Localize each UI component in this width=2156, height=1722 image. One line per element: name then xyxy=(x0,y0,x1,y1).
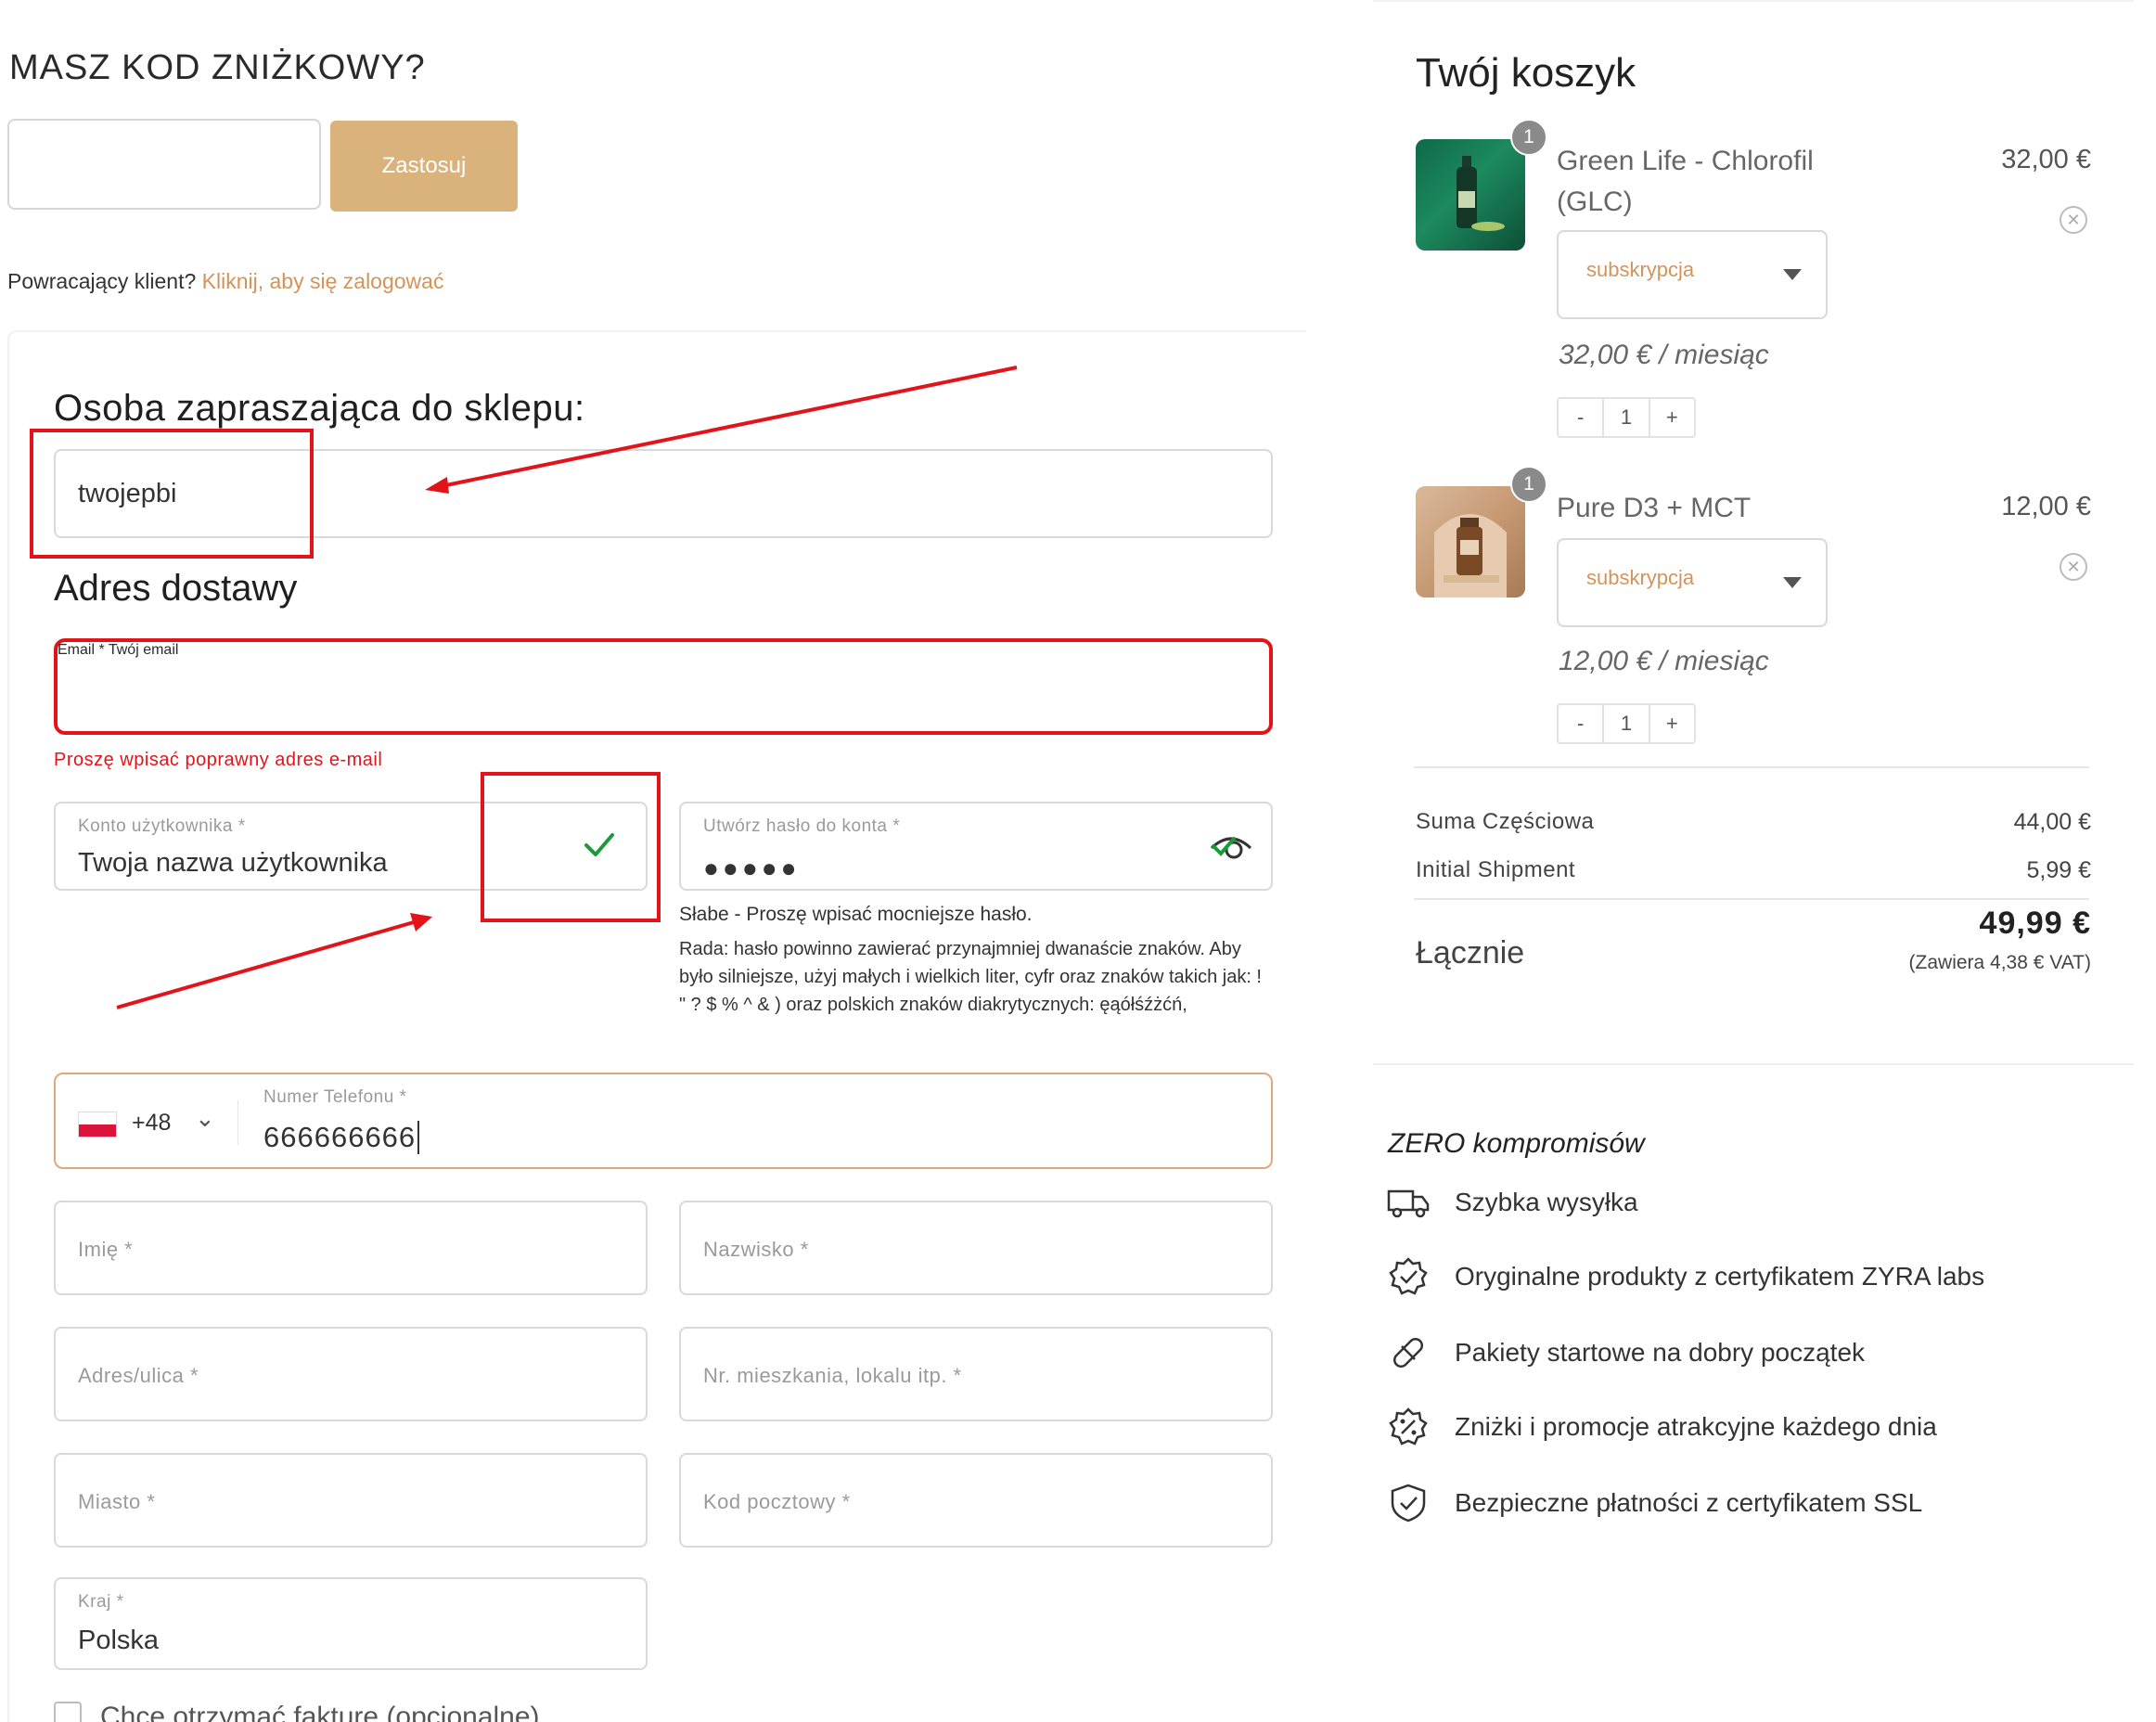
country-field[interactable]: Kraj * Polska xyxy=(54,1577,648,1670)
product-image[interactable] xyxy=(1416,486,1525,598)
annotation-arrows xyxy=(116,366,1018,1009)
poland-flag-icon[interactable] xyxy=(78,1112,117,1137)
subscription-value: subskrypcja xyxy=(1586,258,1695,281)
street-placeholder: Adres/ulica * xyxy=(78,1364,199,1387)
monthly-price: 12,00 € / miesiąc xyxy=(1559,646,1769,676)
quantity-value[interactable]: 1 xyxy=(1602,399,1650,436)
first-name-placeholder: Imię * xyxy=(78,1238,134,1261)
invoice-label[interactable]: Chcę otrzymać fakturę (opcjonalne) xyxy=(100,1702,540,1722)
monthly-price: 32,00 € / miesiąc xyxy=(1559,340,1769,370)
phone-field[interactable]: +48 ⌄ Numer Telefonu * 666666666 xyxy=(54,1073,1273,1169)
feature-item: Zniżki i promocje atrakcyjne każdego dni… xyxy=(1386,1405,1937,1449)
country-label: Kraj * xyxy=(78,1592,124,1612)
feature-text: Bezpieczne płatności z certyfikatem SSL xyxy=(1455,1488,1923,1517)
product-name[interactable]: Green Life - Chlorofil (GLC) xyxy=(1557,141,1854,223)
quantity-stepper[interactable]: - 1 + xyxy=(1557,703,1696,744)
phone-value: 666666666 xyxy=(263,1121,420,1154)
decrement-button[interactable]: - xyxy=(1559,399,1602,436)
total-label: Łącznie xyxy=(1416,935,1525,970)
badge-check-icon xyxy=(1386,1254,1431,1299)
features-title: ZERO kompromisów xyxy=(1388,1128,1645,1159)
pill-icon xyxy=(1386,1330,1431,1375)
shipping-value: 5,99 € xyxy=(2026,857,2091,883)
phone-label: Numer Telefonu * xyxy=(263,1087,407,1107)
product-name[interactable]: Pure D3 + MCT xyxy=(1557,488,1854,529)
city-placeholder: Miasto * xyxy=(78,1490,156,1513)
quantity-stepper[interactable]: - 1 + xyxy=(1557,397,1696,438)
feature-text: Oryginalne produkty z certyfikatem ZYRA … xyxy=(1455,1262,1985,1291)
phone-divider xyxy=(237,1100,238,1145)
divider xyxy=(1414,766,2089,768)
subtotal-value: 44,00 € xyxy=(2013,809,2091,835)
decrement-button[interactable]: - xyxy=(1559,705,1602,742)
dial-code[interactable]: +48 xyxy=(132,1110,171,1137)
eye-check-icon[interactable] xyxy=(1206,828,1256,869)
shipping-label: Initial Shipment xyxy=(1416,857,1576,882)
feature-text: Zniżki i promocje atrakcyjne każdego dni… xyxy=(1455,1412,1937,1441)
feature-item: Pakiety startowe na dobry początek xyxy=(1386,1330,1865,1375)
truck-icon xyxy=(1386,1180,1431,1225)
city-field[interactable]: Miasto * xyxy=(54,1453,648,1548)
increment-button[interactable]: + xyxy=(1650,705,1694,742)
apartment-placeholder: Nr. mieszkania, lokalu itp. * xyxy=(703,1364,962,1387)
postcode-field[interactable]: Kod pocztowy * xyxy=(679,1453,1273,1548)
quantity-badge: 1 xyxy=(1510,119,1547,156)
cart-title: Twój koszyk xyxy=(1416,50,1636,96)
remove-item-icon[interactable]: ✕ xyxy=(2060,553,2087,581)
invoice-checkbox[interactable] xyxy=(54,1702,82,1722)
feature-text: Pakiety startowe na dobry początek xyxy=(1455,1338,1866,1367)
chevron-down-icon[interactable]: ⌄ xyxy=(195,1104,215,1133)
last-name-placeholder: Nazwisko * xyxy=(703,1238,809,1261)
caret-down-icon xyxy=(1783,269,1802,280)
product-image[interactable] xyxy=(1416,139,1525,251)
subtotal-label: Suma Częściowa xyxy=(1416,809,1595,834)
quantity-badge: 1 xyxy=(1510,466,1547,503)
feature-item: Oryginalne produkty z certyfikatem ZYRA … xyxy=(1386,1254,1984,1299)
subscription-value: subskrypcja xyxy=(1586,566,1695,589)
feature-item: Bezpieczne płatności z certyfikatem SSL xyxy=(1386,1481,1922,1525)
subscription-select[interactable]: subskrypcja xyxy=(1557,538,1828,627)
feature-item: Szybka wysyłka xyxy=(1386,1180,1638,1225)
product-price: 12,00 € xyxy=(2001,492,2091,521)
quantity-value[interactable]: 1 xyxy=(1602,705,1650,742)
subscription-select[interactable]: subskrypcja xyxy=(1557,230,1828,319)
divider xyxy=(1414,898,2089,900)
remove-item-icon[interactable]: ✕ xyxy=(2060,206,2087,234)
country-value: Polska xyxy=(78,1626,160,1655)
vat-note: (Zawiera 4,38 € VAT) xyxy=(1908,952,2091,973)
last-name-field[interactable]: Nazwisko * xyxy=(679,1201,1273,1295)
percent-badge-icon xyxy=(1386,1405,1431,1449)
first-name-field[interactable]: Imię * xyxy=(54,1201,648,1295)
apartment-field[interactable]: Nr. mieszkania, lokalu itp. * xyxy=(679,1327,1273,1421)
increment-button[interactable]: + xyxy=(1650,399,1694,436)
caret-down-icon xyxy=(1783,577,1802,588)
shield-check-icon xyxy=(1386,1481,1431,1525)
postcode-placeholder: Kod pocztowy * xyxy=(703,1490,851,1513)
feature-text: Szybka wysyłka xyxy=(1455,1188,1638,1216)
total-value: 49,99 € xyxy=(1979,906,2091,941)
street-field[interactable]: Adres/ulica * xyxy=(54,1327,648,1421)
product-price: 32,00 € xyxy=(2001,145,2091,174)
